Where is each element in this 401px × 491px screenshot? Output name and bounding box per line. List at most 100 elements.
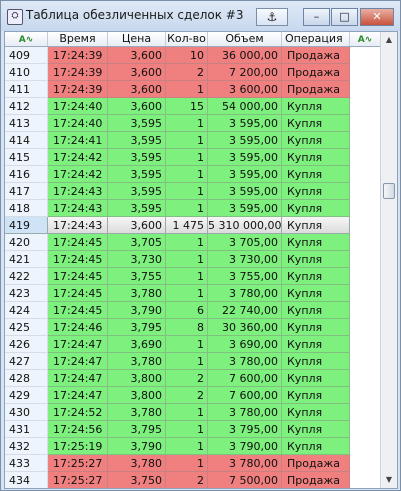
volume-cell: 3 730,00 <box>208 251 282 268</box>
qty-cell: 1 <box>166 353 208 370</box>
table-row[interactable]: 410 17:24:39 3,600 2 7 200,00 Продажа <box>5 64 380 81</box>
operation-cell: Купля <box>282 404 350 421</box>
scroll-thumb[interactable] <box>383 183 395 199</box>
table-row[interactable]: 431 17:24:56 3,795 1 3 795,00 Купля <box>5 421 380 438</box>
maximize-button[interactable]: □ <box>331 8 358 26</box>
time-cell: 17:24:45 <box>48 268 108 285</box>
table-row[interactable]: 425 17:24:46 3,795 8 30 360,00 Купля <box>5 319 380 336</box>
table-row[interactable]: 414 17:24:41 3,595 1 3 595,00 Купля <box>5 132 380 149</box>
operation-cell: Купля <box>282 285 350 302</box>
window-title: Таблица обезличенных сделок #3 <box>26 8 244 22</box>
scroll-up-icon[interactable]: ▲ <box>381 32 397 48</box>
qty-cell: 2 <box>166 387 208 404</box>
volume-cell: 3 595,00 <box>208 149 282 166</box>
operation-cell: Купля <box>282 200 350 217</box>
operation-cell: Купля <box>282 132 350 149</box>
operation-cell: Купля <box>282 302 350 319</box>
time-cell: 17:24:45 <box>48 234 108 251</box>
table-row[interactable]: 412 17:24:40 3,600 15 54 000,00 Купля <box>5 98 380 115</box>
table-row[interactable]: 427 17:24:47 3,780 1 3 780,00 Купля <box>5 353 380 370</box>
price-cell: 3,800 <box>108 370 166 387</box>
volume-cell: 7 600,00 <box>208 370 282 387</box>
operation-cell: Продажа <box>282 81 350 98</box>
table-row[interactable]: 424 17:24:45 3,790 6 22 740,00 Купля <box>5 302 380 319</box>
price-cell: 3,595 <box>108 149 166 166</box>
volume-cell: 36 000,00 <box>208 47 282 64</box>
row-number: 422 <box>5 268 48 285</box>
table-row[interactable]: 422 17:24:45 3,755 1 3 755,00 Купля <box>5 268 380 285</box>
row-number: 423 <box>5 285 48 302</box>
header-volume[interactable]: Объем <box>208 32 282 46</box>
price-cell: 3,600 <box>108 47 166 64</box>
qty-cell: 8 <box>166 319 208 336</box>
table-row[interactable]: 409 17:24:39 3,600 10 36 000,00 Продажа <box>5 47 380 64</box>
table-row[interactable]: 429 17:24:47 3,800 2 7 600,00 Купля <box>5 387 380 404</box>
table-row[interactable]: 420 17:24:45 3,705 1 3 705,00 Купля <box>5 234 380 251</box>
row-number: 429 <box>5 387 48 404</box>
operation-cell: Купля <box>282 353 350 370</box>
time-cell: 17:24:39 <box>48 47 108 64</box>
price-cell: 3,595 <box>108 132 166 149</box>
volume-cell: 3 595,00 <box>208 132 282 149</box>
header-sort[interactable]: A∿ <box>350 32 380 46</box>
volume-cell: 3 755,00 <box>208 268 282 285</box>
title-bar[interactable]: ⛭ Таблица обезличенных сделок #3 ⚓ – □ ✕ <box>1 1 400 31</box>
table-row[interactable]: 428 17:24:47 3,800 2 7 600,00 Купля <box>5 370 380 387</box>
header-corner[interactable]: A∿ <box>5 32 48 46</box>
volume-cell: 22 740,00 <box>208 302 282 319</box>
qty-cell: 2 <box>166 64 208 81</box>
operation-cell: Купля <box>282 268 350 285</box>
table-row[interactable]: 413 17:24:40 3,595 1 3 595,00 Купля <box>5 115 380 132</box>
volume-cell: 3 595,00 <box>208 115 282 132</box>
table-row[interactable]: 419 17:24:43 3,600 1 475 5 310 000,00 Купля <box>5 217 380 234</box>
app-icon: ⛭ <box>7 9 23 25</box>
time-cell: 17:24:39 <box>48 81 108 98</box>
qty-cell: 1 <box>166 421 208 438</box>
table-row[interactable]: 416 17:24:42 3,595 1 3 595,00 Купля <box>5 166 380 183</box>
table-row[interactable]: 423 17:24:45 3,780 1 3 780,00 Купля <box>5 285 380 302</box>
price-cell: 3,790 <box>108 438 166 455</box>
row-number: 431 <box>5 421 48 438</box>
row-number: 411 <box>5 81 48 98</box>
header-operation[interactable]: Операция <box>282 32 350 46</box>
row-number: 421 <box>5 251 48 268</box>
table-row[interactable]: 421 17:24:45 3,730 1 3 730,00 Купля <box>5 251 380 268</box>
price-cell: 3,755 <box>108 268 166 285</box>
price-cell: 3,730 <box>108 251 166 268</box>
table-row[interactable]: 430 17:24:52 3,780 1 3 780,00 Купля <box>5 404 380 421</box>
minimize-button[interactable]: – <box>303 8 330 26</box>
price-cell: 3,800 <box>108 387 166 404</box>
close-button[interactable]: ✕ <box>360 8 394 26</box>
scroll-down-icon[interactable]: ▼ <box>381 472 397 488</box>
volume-cell: 7 500,00 <box>208 472 282 488</box>
operation-cell: Купля <box>282 98 350 115</box>
table-row[interactable]: 434 17:25:27 3,750 2 7 500,00 Продажа <box>5 472 380 488</box>
time-cell: 17:24:40 <box>48 115 108 132</box>
header-price[interactable]: Цена <box>108 32 166 46</box>
price-cell: 3,780 <box>108 353 166 370</box>
qty-cell: 1 <box>166 166 208 183</box>
vertical-scrollbar[interactable]: ▲ ▼ <box>380 32 397 488</box>
qty-cell: 1 <box>166 285 208 302</box>
table-row[interactable]: 433 17:25:27 3,780 1 3 780,00 Продажа <box>5 455 380 472</box>
price-cell: 3,790 <box>108 302 166 319</box>
table-row[interactable]: 426 17:24:47 3,690 1 3 690,00 Купля <box>5 336 380 353</box>
table-row[interactable]: 417 17:24:43 3,595 1 3 595,00 Купля <box>5 183 380 200</box>
volume-cell: 3 595,00 <box>208 166 282 183</box>
header-qty[interactable]: Кол-во <box>166 32 208 46</box>
table-row[interactable]: 432 17:25:19 3,790 1 3 790,00 Купля <box>5 438 380 455</box>
table-row[interactable]: 415 17:24:42 3,595 1 3 595,00 Купля <box>5 149 380 166</box>
anchor-button[interactable]: ⚓ <box>256 8 288 26</box>
sort-icon: A∿ <box>357 35 373 45</box>
qty-cell: 1 <box>166 455 208 472</box>
table-row[interactable]: 411 17:24:39 3,600 1 3 600,00 Продажа <box>5 81 380 98</box>
price-cell: 3,690 <box>108 336 166 353</box>
operation-cell: Купля <box>282 319 350 336</box>
row-number: 412 <box>5 98 48 115</box>
table-row[interactable]: 418 17:24:43 3,595 1 3 595,00 Купля <box>5 200 380 217</box>
volume-cell: 3 595,00 <box>208 183 282 200</box>
volume-cell: 3 595,00 <box>208 200 282 217</box>
row-number: 419 <box>5 217 48 234</box>
time-cell: 17:24:46 <box>48 319 108 336</box>
header-time[interactable]: Время <box>48 32 108 46</box>
